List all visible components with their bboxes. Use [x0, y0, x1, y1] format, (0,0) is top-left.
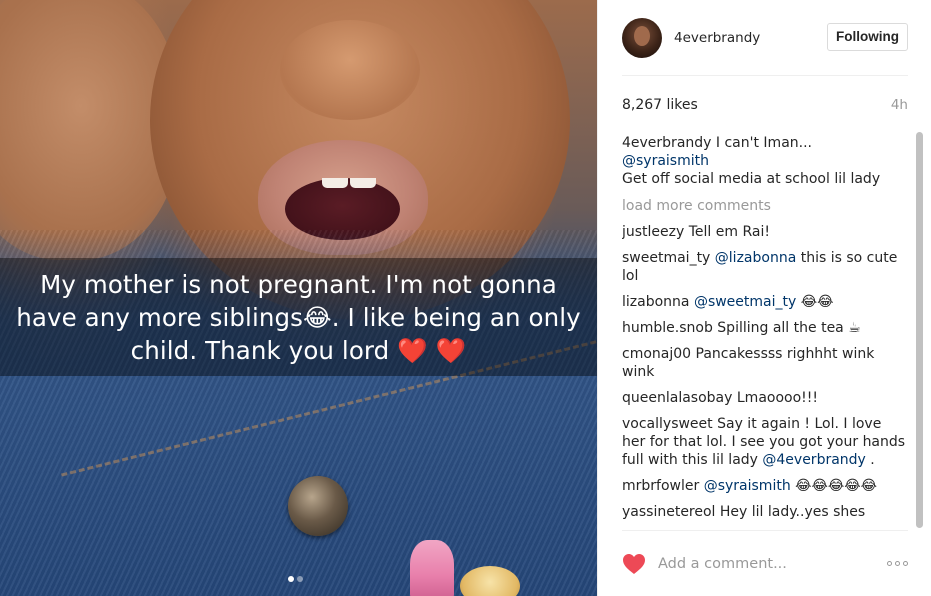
comment-mention[interactable]: @sweetmai_ty — [694, 294, 796, 310]
load-more-comments-link[interactable]: load more comments — [622, 197, 908, 215]
comment-row: queenlalasobay Lmaoooo!!! — [622, 389, 908, 407]
post-side-panel: 4everbrandy Following 8,267 likes 4h 4ev… — [597, 0, 931, 596]
comment-mention[interactable]: @syraismith — [704, 478, 791, 494]
comment-username[interactable]: lizabonna — [622, 294, 689, 310]
comment-username[interactable]: justleezy — [622, 224, 684, 240]
carousel-indicator — [288, 576, 303, 582]
comment-text: Hey lil lady..yes shes — [719, 504, 866, 520]
photo-jacket-button — [288, 476, 348, 536]
more-options-icon[interactable] — [887, 561, 908, 566]
scrollbar-thumb[interactable] — [916, 132, 923, 528]
comment-mention[interactable]: @lizabonna — [715, 250, 796, 266]
comment-username[interactable]: mrbrfowler — [622, 478, 699, 494]
comment-row: sweetmai_ty @lizabonna this is so cute l… — [622, 249, 908, 285]
photo-tooth — [322, 178, 348, 188]
comment-username[interactable]: yassinetereol — [622, 504, 715, 520]
post-meta: 8,267 likes 4h — [622, 76, 908, 134]
comment-username[interactable]: humble.snob — [622, 320, 713, 336]
post-header: 4everbrandy Following — [622, 0, 908, 76]
comment-row: cmonaj00 Pancakessss righhht wink wink — [622, 345, 908, 381]
post-timestamp[interactable]: 4h — [891, 97, 908, 113]
comment-text: . — [865, 452, 875, 468]
more-dot — [887, 561, 892, 566]
comment-text: Tell em Rai! — [688, 224, 770, 240]
photo-bunny-pin — [410, 540, 454, 596]
comment-row: humble.snob Spilling all the tea ☕ — [622, 319, 908, 337]
comment-mention[interactable]: @4everbrandy — [762, 452, 865, 468]
post-footer — [622, 530, 908, 596]
comment-text: 😂😂 — [796, 294, 834, 310]
avatar[interactable] — [622, 17, 662, 58]
comment-username[interactable]: vocallysweet — [622, 416, 713, 432]
post-photo[interactable]: My mother is not pregnant. I'm not gonna… — [0, 0, 597, 596]
comment-text: Spilling all the tea ☕ — [717, 320, 861, 336]
snap-caption-bar: My mother is not pregnant. I'm not gonna… — [0, 258, 597, 376]
comment-text: 😂😂😂😂😂 — [790, 478, 877, 494]
more-dot — [895, 561, 900, 566]
comment-mention[interactable]: @syraismith — [622, 153, 709, 169]
photo-tooth — [350, 178, 376, 188]
more-dot — [903, 561, 908, 566]
photo-nose — [280, 20, 420, 120]
comment-row: lizabonna @sweetmai_ty 😂😂 — [622, 293, 908, 311]
comment-username[interactable]: sweetmai_ty — [622, 250, 710, 266]
comment-row: yassinetereol Hey lil lady..yes shes — [622, 503, 908, 521]
comment-text: Lmaoooo!!! — [736, 390, 818, 406]
comments-scrollbar[interactable] — [916, 130, 924, 532]
comment-row: vocallysweet Say it again ! Lol. I love … — [622, 415, 908, 469]
header-username[interactable]: 4everbrandy — [674, 30, 760, 46]
comment-row: justleezy Tell em Rai! — [622, 223, 908, 241]
comment-username[interactable]: 4everbrandy — [622, 135, 711, 151]
comment-text: I can't Iman... — [715, 135, 812, 151]
instagram-post: My mother is not pregnant. I'm not gonna… — [0, 0, 931, 596]
comment-rows: justleezy Tell em Rai! sweetmai_ty @lizab… — [622, 223, 908, 521]
comment-username[interactable]: queenlalasobay — [622, 390, 732, 406]
caption-comment: 4everbrandy I can't Iman... @syraismith … — [622, 134, 908, 188]
add-comment-input[interactable] — [658, 555, 887, 572]
likes-count[interactable]: 8,267 likes — [622, 97, 698, 113]
comment-text: Get off social media at school lil lady — [622, 171, 881, 187]
carousel-dot[interactable] — [297, 576, 303, 582]
comments-list[interactable]: 4everbrandy I can't Iman... @syraismith … — [622, 134, 908, 530]
following-button[interactable]: Following — [827, 23, 908, 51]
comment-row: mrbrfowler @syraismith 😂😂😂😂😂 — [622, 477, 908, 495]
heart-icon[interactable] — [622, 553, 646, 575]
snap-caption-text: My mother is not pregnant. I'm not gonna… — [16, 269, 581, 365]
comment-username[interactable]: cmonaj00 — [622, 346, 691, 362]
carousel-dot-active[interactable] — [288, 576, 294, 582]
